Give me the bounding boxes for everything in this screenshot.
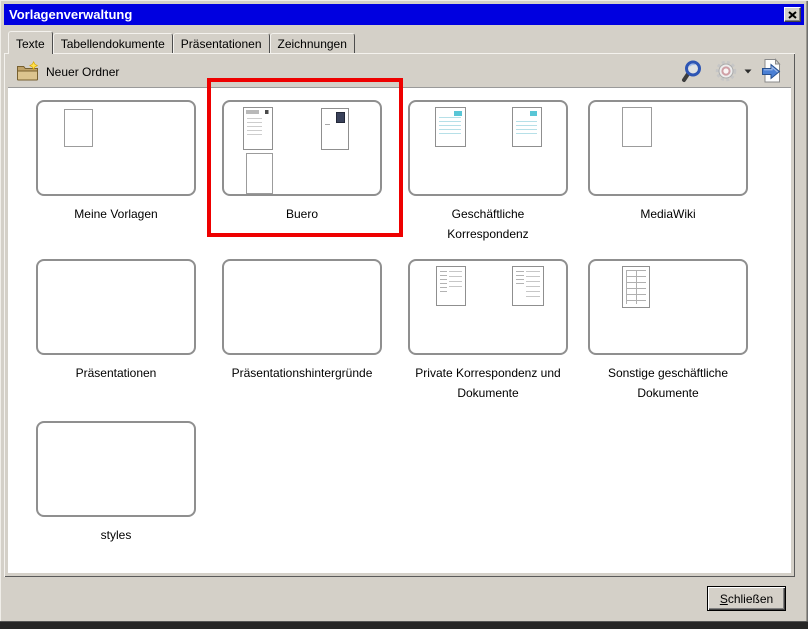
view-settings-button[interactable] (712, 58, 753, 84)
window-bottom-edge (0, 621, 808, 629)
new-folder-icon (16, 61, 39, 82)
folder-card (222, 259, 382, 355)
folder-label: Buero (225, 204, 379, 224)
folder-item-buero[interactable]: Buero (209, 100, 395, 224)
folder-card (222, 100, 382, 196)
close-dialog-button[interactable]: Schließen (707, 586, 786, 611)
folder-item-styles[interactable]: styles (23, 421, 209, 545)
folder-item-private-korrespondenz[interactable]: Private Korrespondenz und Dokumente (395, 259, 581, 403)
folder-card (36, 421, 196, 517)
folder-label: styles (39, 525, 193, 545)
folder-label: Präsentationshintergründe (225, 363, 379, 383)
gear-icon (713, 59, 739, 83)
template-thumbnail (622, 266, 650, 308)
dropdown-arrow-icon (744, 69, 752, 74)
folder-card (588, 259, 748, 355)
folder-item-mediawiki[interactable]: MediaWiki (575, 100, 761, 224)
tab-texte[interactable]: Texte (8, 31, 53, 54)
folder-label: Meine Vorlagen (39, 204, 193, 224)
search-icon (681, 59, 705, 83)
tab-tabellendokumente[interactable]: Tabellendokumente (53, 33, 173, 53)
tab-praesentationen[interactable]: Präsentationen (173, 33, 270, 53)
titlebar[interactable]: Vorlagenverwaltung (4, 4, 804, 25)
folder-card (408, 100, 568, 196)
template-thumbnail (64, 109, 93, 147)
dialog-window: Vorlagenverwaltung Texte Tabellendokumen… (0, 0, 808, 629)
template-thumbnail (622, 107, 652, 147)
tab-bar: Texte Tabellendokumente Präsentationen Z… (8, 31, 355, 53)
search-button[interactable] (680, 58, 706, 84)
folder-card (36, 259, 196, 355)
template-thumbnail (435, 107, 466, 147)
template-thumbnail (321, 108, 349, 150)
folder-label: MediaWiki (591, 204, 745, 224)
folder-label: Private Korrespondenz und Dokumente (411, 363, 565, 403)
folder-item-geschaeftliche-korrespondenz[interactable]: Geschäftliche Korrespondenz (395, 100, 581, 244)
folder-card (588, 100, 748, 196)
folder-label: Sonstige geschäftliche Dokumente (591, 363, 745, 403)
template-thumbnail (512, 266, 544, 306)
folder-card (36, 100, 196, 196)
import-document-icon (760, 58, 784, 84)
close-button[interactable] (784, 7, 801, 22)
import-template-button[interactable] (759, 57, 785, 85)
folder-card (408, 259, 568, 355)
close-icon (788, 11, 797, 19)
template-thumbnail (246, 153, 273, 194)
folder-item-meine-vorlagen[interactable]: Meine Vorlagen (23, 100, 209, 224)
window-title: Vorlagenverwaltung (4, 7, 784, 22)
template-thumbnail (436, 266, 466, 306)
folder-label: Geschäftliche Korrespondenz (411, 204, 565, 244)
template-thumbnail (243, 107, 273, 150)
tab-zeichnungen[interactable]: Zeichnungen (270, 33, 355, 53)
template-thumbnail (512, 107, 542, 147)
folder-item-sonstige-geschaeftliche-dokumente[interactable]: Sonstige geschäftliche Dokumente (575, 259, 761, 403)
close-dialog-label: Schließen (708, 592, 785, 606)
folder-item-praesentationshintergruende[interactable]: Präsentationshintergründe (209, 259, 395, 383)
folder-label: Präsentationen (39, 363, 193, 383)
new-folder-label: Neuer Ordner (46, 65, 119, 79)
toolbar-right (680, 57, 785, 85)
new-folder-button[interactable]: Neuer Ordner (14, 59, 121, 84)
folder-item-praesentationen[interactable]: Präsentationen (23, 259, 209, 383)
